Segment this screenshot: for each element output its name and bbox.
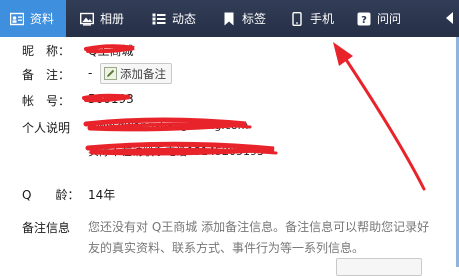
bio-label: 个人说明 (22, 121, 71, 135)
remark-value: - (88, 66, 93, 80)
question-icon: ? (357, 12, 371, 26)
feed-list-icon (152, 13, 166, 24)
account-label: 帐 号： (22, 94, 71, 108)
tab-tags[interactable]: 标签 (222, 0, 266, 37)
tab-profile[interactable]: 资料 (0, 0, 66, 37)
bookmark-icon (224, 12, 234, 25)
q-age-label: Q 龄： (22, 188, 80, 202)
edit-pencil-icon (104, 67, 117, 80)
tab-feed-label: 动态 (172, 12, 197, 26)
tab-mobile[interactable]: 手机 (290, 0, 334, 37)
profile-card-icon (10, 12, 24, 25)
bio-line-2: 实际不在请联系电话13145205193 (88, 145, 264, 158)
tab-profile-label: 资料 (30, 12, 55, 26)
profile-tab-bar: 资料 相册 动态 标签 手机 ? 问问 (0, 0, 459, 37)
nickname-value: Q王商城 (88, 44, 134, 58)
annotation-arrow (333, 42, 426, 191)
tab-album-label: 相册 (100, 12, 125, 26)
remark-info-label: 备注信息 (22, 221, 71, 235)
svg-text:?: ? (361, 15, 367, 26)
tabs-scroll-left-icon[interactable] (446, 12, 453, 24)
photo-album-icon (80, 12, 94, 26)
remark-label: 备 注： (22, 68, 71, 82)
add-remark-button[interactable]: 添加备注 (100, 63, 172, 84)
tab-ask-label: 问问 (377, 12, 402, 26)
bio-line-1: www.qwangshangcheng.com (88, 119, 249, 132)
tab-album[interactable]: 相册 (80, 0, 124, 37)
tab-tags-label: 标签 (242, 12, 267, 26)
tab-ask[interactable]: ? 问问 (357, 0, 401, 37)
nickname-label: 昵 称： (22, 44, 71, 58)
bottom-action-button[interactable] (336, 258, 422, 276)
tab-mobile-label: 手机 (310, 12, 335, 26)
mobile-phone-icon (292, 11, 302, 26)
account-value: 560193 (88, 92, 134, 106)
remark-info-text: 您还没有对 Q王商城 添加备注信息。备注信息可以帮助您记录好友的真实资料、联系方… (88, 220, 430, 255)
add-remark-label: 添加备注 (120, 66, 166, 81)
tab-feed[interactable]: 动态 (152, 0, 196, 37)
q-age-value: 14年 (88, 188, 116, 202)
